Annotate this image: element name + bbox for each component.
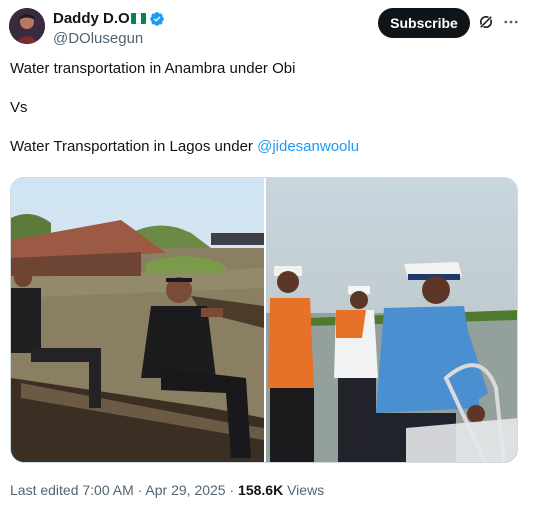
photo-anambra-boat[interactable] bbox=[11, 178, 264, 462]
tweet-line-1: Water transportation in Anambra under Ob… bbox=[10, 60, 296, 77]
display-name-row[interactable]: Daddy D.O bbox=[53, 9, 165, 28]
tweet-line-2: Vs bbox=[10, 99, 28, 116]
grok-icon[interactable] bbox=[477, 13, 495, 31]
more-options-icon[interactable] bbox=[502, 13, 520, 31]
author-names: Daddy D.O @DOlusegun bbox=[53, 9, 165, 48]
views-count: 158.6K bbox=[238, 482, 284, 498]
views-label: Views bbox=[283, 482, 325, 498]
mention-link[interactable]: @jidesanwoolu bbox=[257, 138, 359, 155]
nigeria-flag-icon bbox=[130, 13, 146, 24]
avatar[interactable] bbox=[9, 8, 45, 44]
tweet-text: Water transportation in Anambra under Ob… bbox=[10, 59, 530, 157]
tweet: Daddy D.O @DOlusegun Subscribe Water tra… bbox=[0, 0, 543, 510]
media-grid bbox=[10, 177, 518, 463]
tweet-meta: Last edited 7:00 AM · Apr 29, 2025 · 158… bbox=[10, 481, 324, 499]
verified-badge-icon bbox=[149, 11, 164, 26]
tweet-line-3: Water Transportation in Lagos under @jid… bbox=[10, 137, 530, 157]
handle[interactable]: @DOlusegun bbox=[53, 29, 165, 48]
edited-timestamp[interactable]: Last edited 7:00 AM · Apr 29, 2025 · bbox=[10, 482, 238, 498]
display-name[interactable]: Daddy D.O bbox=[53, 9, 130, 28]
photo-lagos-boat[interactable] bbox=[266, 178, 517, 462]
tweet-line-3-text: Water Transportation in Lagos under bbox=[10, 138, 258, 155]
subscribe-button[interactable]: Subscribe bbox=[378, 8, 470, 38]
